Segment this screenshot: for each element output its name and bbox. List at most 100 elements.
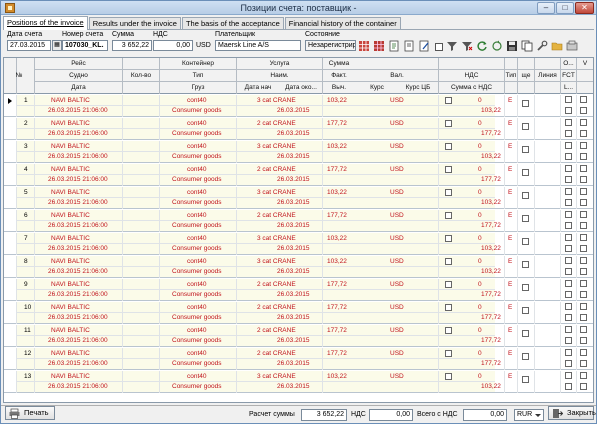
service-date-cell[interactable]: 26.03.2015: [277, 152, 310, 161]
sum-vat-cell[interactable]: 177,72: [481, 290, 501, 299]
col-l[interactable]: L...: [561, 84, 576, 91]
service-cell[interactable]: 2 cat CRANE: [257, 326, 296, 335]
vessel-cell[interactable]: NAVI BALTIC: [51, 188, 90, 197]
col-start-date[interactable]: Дата нач: [237, 84, 279, 91]
row-checkbox-fct[interactable]: [565, 257, 572, 264]
fact-cell[interactable]: 177,72: [327, 326, 347, 335]
row-checkbox-sche[interactable]: [522, 330, 529, 337]
row-checkbox-l[interactable]: [565, 314, 572, 321]
sum-vat-cell[interactable]: 177,72: [481, 313, 501, 322]
sum-vat-cell[interactable]: 177,72: [481, 129, 501, 138]
service-date-cell[interactable]: 26.03.2015: [277, 382, 310, 391]
row-checkbox-sche[interactable]: [522, 353, 529, 360]
col-date[interactable]: Дата: [35, 84, 122, 91]
vat-cell[interactable]: 0: [478, 372, 482, 381]
sum-vat-cell[interactable]: 177,72: [481, 336, 501, 345]
row-checkbox-vat[interactable]: [445, 97, 452, 104]
currency-cell[interactable]: USD: [390, 372, 404, 381]
type-cell[interactable]: cont40: [187, 326, 207, 335]
table-row[interactable]: 1 NAVI BALTIC 26.03.2015 21:06:00 cont40 Con…: [4, 95, 593, 117]
row-checkbox-vat[interactable]: [445, 189, 452, 196]
row-checkbox-vat[interactable]: [445, 212, 452, 219]
date-cell[interactable]: 26.03.2015 21:06:00: [48, 382, 108, 391]
currency-cell[interactable]: USD: [390, 303, 404, 312]
table-row[interactable]: 3 NAVI BALTIC 26.03.2015 21:06:00 cont40 Con…: [4, 141, 593, 163]
fact-cell[interactable]: 177,72: [327, 280, 347, 289]
sum-vat-cell[interactable]: 103,22: [481, 152, 501, 161]
table-row[interactable]: 2 NAVI BALTIC 26.03.2015 21:06:00 cont40 Con…: [4, 118, 593, 140]
fact-cell[interactable]: 103,22: [327, 257, 347, 266]
row-checkbox-vat[interactable]: [445, 373, 452, 380]
row-checkbox-l[interactable]: [565, 245, 572, 252]
service-cell[interactable]: 3 cat CRANE: [257, 257, 296, 266]
col-rate[interactable]: Курс: [356, 84, 398, 91]
col-vat[interactable]: НДС: [439, 72, 504, 79]
cargo-cell[interactable]: Consumer goods: [172, 244, 222, 253]
currency-cell[interactable]: USD: [390, 119, 404, 128]
vessel-cell[interactable]: NAVI BALTIC: [51, 372, 90, 381]
row-checkbox-vat[interactable]: [445, 327, 452, 334]
row-checkbox-l[interactable]: [565, 176, 572, 183]
row-checkbox-v2[interactable]: [580, 268, 587, 275]
col-v[interactable]: V: [577, 60, 593, 67]
row-checkbox-vat[interactable]: [445, 304, 452, 311]
tip-cell[interactable]: E: [508, 142, 512, 151]
row-checkbox-sche[interactable]: [522, 146, 529, 153]
vessel-cell[interactable]: NAVI BALTIC: [51, 303, 90, 312]
tip-cell[interactable]: E: [508, 280, 512, 289]
row-checkbox-vat[interactable]: [445, 143, 452, 150]
row-checkbox-v2[interactable]: [580, 314, 587, 321]
service-date-cell[interactable]: 26.03.2015: [277, 290, 310, 299]
row-checkbox-v[interactable]: [580, 349, 587, 356]
service-cell[interactable]: 2 cat CRANE: [257, 119, 296, 128]
row-checkbox-v2[interactable]: [580, 360, 587, 367]
vessel-cell[interactable]: NAVI BALTIC: [51, 257, 90, 266]
row-checkbox-l[interactable]: [565, 199, 572, 206]
col-calc[interactable]: Выч.: [323, 84, 355, 91]
vat-cell[interactable]: 0: [478, 326, 482, 335]
service-date-cell[interactable]: 26.03.2015: [277, 129, 310, 138]
vessel-cell[interactable]: NAVI BALTIC: [51, 280, 90, 289]
row-checkbox-l[interactable]: [565, 130, 572, 137]
service-date-cell[interactable]: 26.03.2015: [277, 336, 310, 345]
row-checkbox-l[interactable]: [565, 337, 572, 344]
row-checkbox-sche[interactable]: [522, 192, 529, 199]
col-vessel[interactable]: Судно: [35, 72, 122, 79]
row-checkbox-v[interactable]: [580, 188, 587, 195]
row-checkbox-vat[interactable]: [445, 120, 452, 127]
service-date-cell[interactable]: 26.03.2015: [277, 221, 310, 230]
row-checkbox-v2[interactable]: [580, 130, 587, 137]
tip-cell[interactable]: E: [508, 119, 512, 128]
vat-cell[interactable]: 0: [478, 257, 482, 266]
tip-cell[interactable]: E: [508, 372, 512, 381]
fact-cell[interactable]: 103,22: [327, 96, 347, 105]
row-checkbox-fct[interactable]: [565, 372, 572, 379]
currency-cell[interactable]: USD: [390, 96, 404, 105]
filter-icon[interactable]: [446, 40, 458, 52]
tip-cell[interactable]: E: [508, 257, 512, 266]
col-fct[interactable]: FCT: [561, 72, 576, 79]
type-cell[interactable]: cont40: [187, 165, 207, 174]
row-checkbox-l[interactable]: [565, 153, 572, 160]
row-checkbox-sche[interactable]: [522, 169, 529, 176]
grid-icon[interactable]: [358, 40, 370, 52]
document-icon[interactable]: [403, 40, 415, 52]
row-checkbox-vat[interactable]: [445, 166, 452, 173]
vat-cell[interactable]: 0: [478, 188, 482, 197]
fact-cell[interactable]: 177,72: [327, 303, 347, 312]
copy-icon[interactable]: [521, 40, 533, 52]
col-sche[interactable]: ще: [518, 72, 534, 79]
cargo-cell[interactable]: Consumer goods: [172, 129, 222, 138]
row-checkbox-v2[interactable]: [580, 291, 587, 298]
date-cell[interactable]: 26.03.2015 21:06:00: [48, 221, 108, 230]
service-date-cell[interactable]: 26.03.2015: [277, 267, 310, 276]
row-checkbox-sche[interactable]: [522, 307, 529, 314]
type-cell[interactable]: cont40: [187, 96, 207, 105]
row-checkbox-sche[interactable]: [522, 100, 529, 107]
cargo-cell[interactable]: Consumer goods: [172, 359, 222, 368]
sum-vat-cell[interactable]: 103,22: [481, 106, 501, 115]
tip-cell[interactable]: E: [508, 303, 512, 312]
save-icon[interactable]: [506, 40, 518, 52]
settings-icon[interactable]: [566, 40, 578, 52]
date-cell[interactable]: 26.03.2015 21:06:00: [48, 129, 108, 138]
